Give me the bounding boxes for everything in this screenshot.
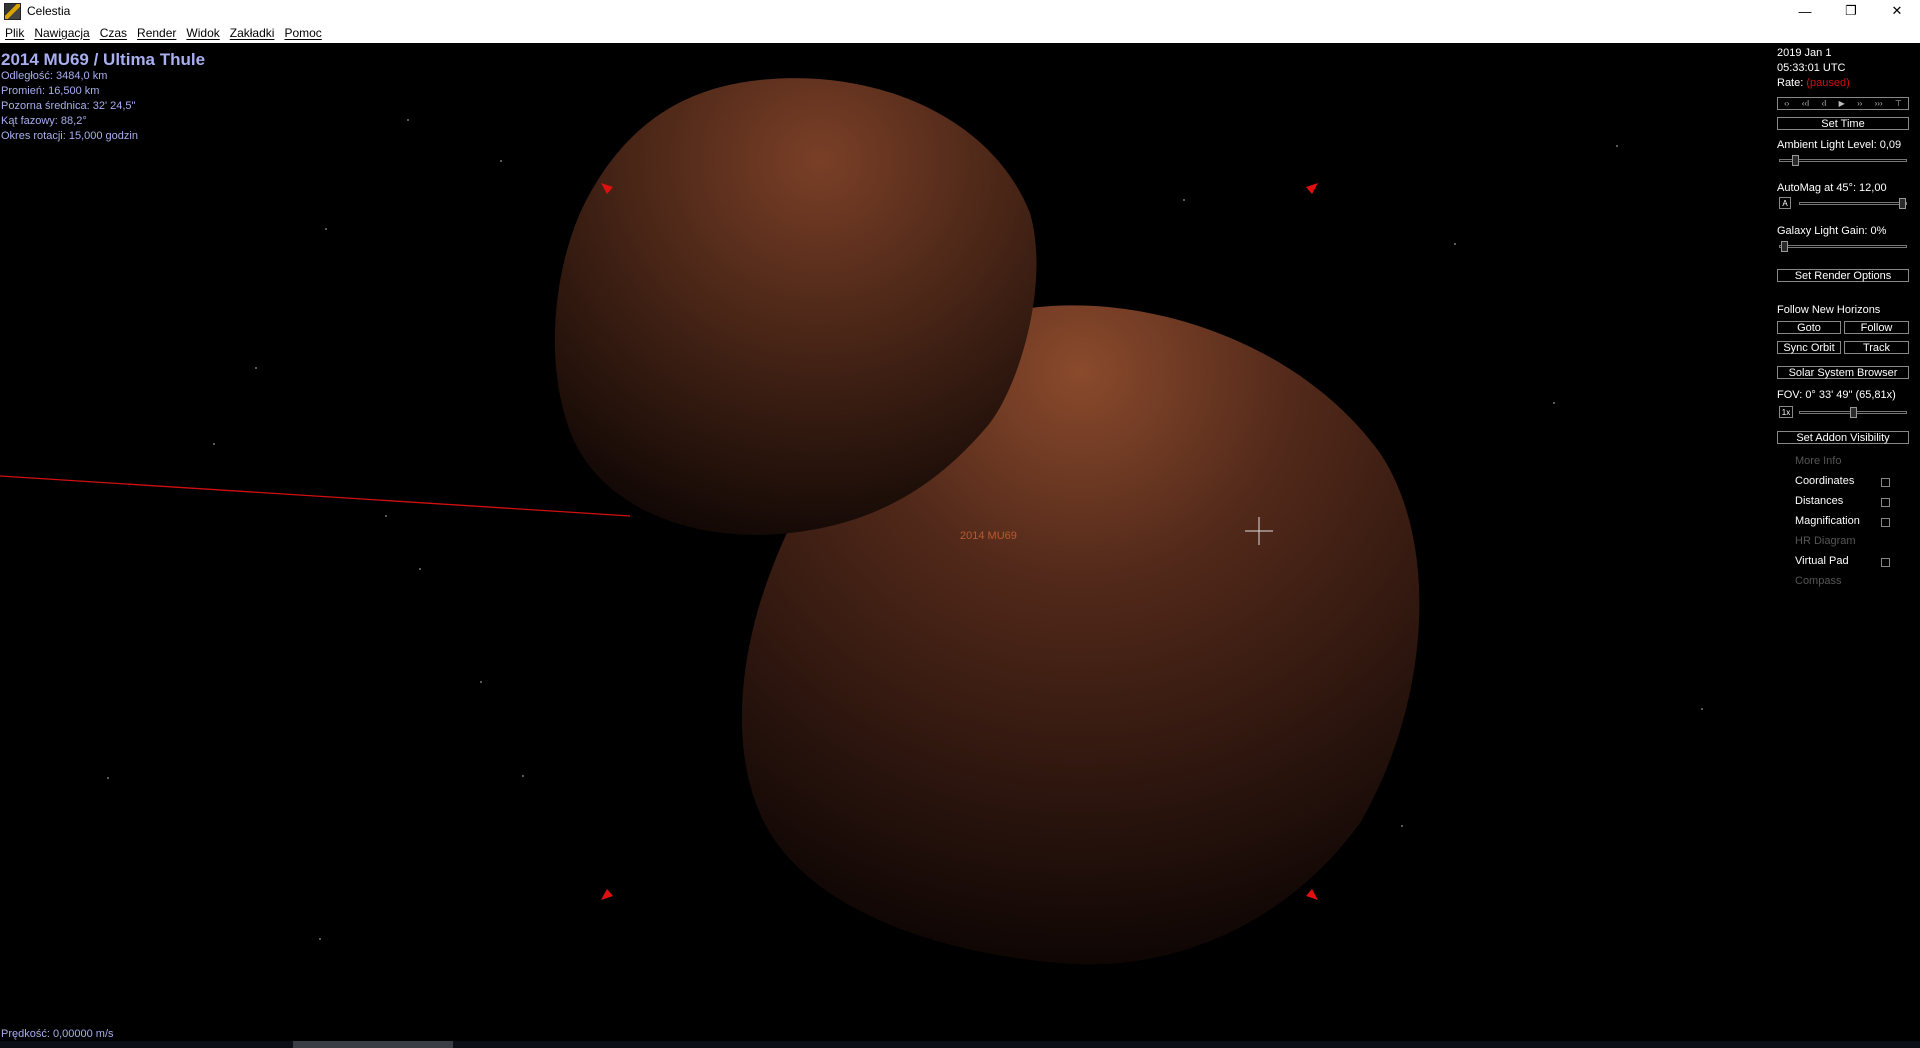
window-controls: — ❐ ✕: [1782, 0, 1920, 22]
marker-top-right: [1306, 183, 1318, 194]
magnification-label: Magnification: [1795, 515, 1860, 527]
object-label[interactable]: 2014 MU69: [960, 530, 1017, 542]
menu-render[interactable]: Render: [132, 26, 181, 40]
coordinates-checkbox[interactable]: [1881, 478, 1890, 487]
virtual-pad-checkbox[interactable]: [1881, 558, 1890, 567]
minimize-button[interactable]: —: [1782, 0, 1828, 22]
radius-info: Promień: 16,500 km: [1, 85, 100, 97]
set-time-button[interactable]: Set Time: [1777, 117, 1909, 130]
time-faster-button[interactable]: ››: [1857, 99, 1862, 108]
time-controls: ‹› ‹‹I ‹I ▶ ›› ››› ⊤: [1777, 97, 1909, 110]
marker-bottom-left: [601, 889, 613, 900]
rotation-period-info: Okres rotacji: 15,000 godzin: [1, 130, 138, 142]
menu-nawigacja[interactable]: Nawigacja: [29, 26, 94, 40]
fov-thumb[interactable]: [1850, 407, 1857, 418]
fov-reset-button[interactable]: 1x: [1779, 406, 1793, 418]
rate-label: Rate:: [1777, 77, 1804, 89]
menu-pomoc[interactable]: Pomoc: [279, 26, 326, 40]
menu-bar: Plik Nawigacja Czas Render Widok Zakładk…: [0, 22, 1920, 44]
sync-orbit-button[interactable]: Sync Orbit: [1777, 341, 1841, 354]
distances-label: Distances: [1795, 495, 1844, 507]
time-fastest-button[interactable]: ›››: [1875, 99, 1883, 108]
compass-item: Compass: [1795, 575, 1842, 587]
automag-toggle-button[interactable]: A: [1779, 197, 1791, 209]
selected-object-name: 2014 MU69 / Ultima Thule: [1, 50, 206, 69]
coordinates-label: Coordinates: [1795, 475, 1855, 487]
ambient-light-thumb[interactable]: [1792, 155, 1799, 166]
marker-bottom-right: [1306, 889, 1318, 900]
galaxy-light-slider[interactable]: [1779, 245, 1907, 248]
more-info-item: More Info: [1795, 455, 1842, 467]
set-addon-visibility-button[interactable]: Set Addon Visibility: [1777, 431, 1909, 444]
track-button[interactable]: Track: [1844, 341, 1909, 354]
solar-system-browser-button[interactable]: Solar System Browser: [1777, 366, 1909, 379]
distances-checkbox[interactable]: [1881, 498, 1890, 507]
time-slower-back-button[interactable]: ‹I: [1822, 99, 1827, 108]
ambient-light-label: Ambient Light Level: 0,09: [1777, 139, 1902, 151]
phase-angle-info: Kąt fazowy: 88,2°: [1, 115, 87, 127]
bottom-strip: [0, 1041, 1920, 1048]
magnification-checkbox[interactable]: [1881, 518, 1890, 527]
follow-target-label: Follow New Horizons: [1777, 304, 1881, 316]
follow-button[interactable]: Follow: [1844, 321, 1909, 334]
date-display: 2019 Jan 1: [1777, 47, 1832, 59]
time-reverse-button[interactable]: ‹›: [1784, 99, 1789, 108]
time-display: 05:33:01 UTC: [1777, 62, 1846, 74]
galaxy-light-label: Galaxy Light Gain: 0%: [1777, 225, 1887, 237]
distance-info: Odległość: 3484,0 km: [1, 70, 108, 82]
close-button[interactable]: ✕: [1874, 0, 1920, 22]
menu-zakladki[interactable]: Zakładki: [225, 26, 280, 40]
bottom-strip-segment: [293, 1041, 453, 1048]
goto-button[interactable]: Goto: [1777, 321, 1841, 334]
orbit-path: [0, 475, 631, 517]
menu-czas[interactable]: Czas: [95, 26, 132, 40]
speed-readout: Prędkość: 0,00000 m/s: [1, 1028, 114, 1040]
automag-thumb[interactable]: [1899, 198, 1906, 209]
automag-label: AutoMag at 45°: 12,00: [1777, 182, 1887, 194]
menu-widok[interactable]: Widok: [181, 26, 224, 40]
rate-display: Rate: (paused): [1777, 77, 1850, 89]
galaxy-light-thumb[interactable]: [1781, 241, 1788, 252]
time-play-button[interactable]: ▶: [1839, 99, 1845, 108]
scene-render: [0, 78, 1703, 965]
title-bar: Celestia — ❐ ✕: [0, 0, 1920, 22]
window-title: Celestia: [27, 4, 71, 18]
space-viewport[interactable]: 2014 MU69 / Ultima Thule Odległość: 3484…: [0, 43, 1920, 1048]
apparent-diameter-info: Pozorna średnica: 32' 24,5": [1, 100, 136, 112]
virtual-pad-label: Virtual Pad: [1795, 555, 1849, 567]
set-render-options-button[interactable]: Set Render Options: [1777, 269, 1909, 282]
hr-diagram-item: HR Diagram: [1795, 535, 1856, 547]
time-now-button[interactable]: ⊤: [1895, 99, 1902, 108]
automag-slider[interactable]: [1799, 202, 1907, 205]
maximize-button[interactable]: ❐: [1828, 0, 1874, 22]
menu-plik[interactable]: Plik: [0, 26, 29, 40]
fov-label: FOV: 0° 33' 49" (65,81x): [1777, 389, 1896, 401]
rate-paused: (paused): [1806, 77, 1850, 89]
celestia-app-icon: [4, 2, 21, 20]
time-faster-back-button[interactable]: ‹‹I: [1802, 99, 1810, 108]
